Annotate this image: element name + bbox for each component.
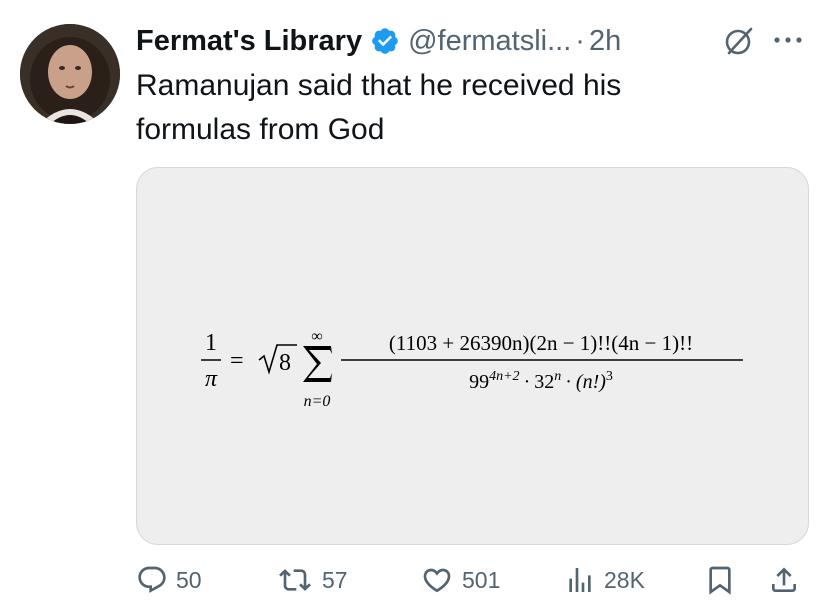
views-icon bbox=[569, 568, 591, 592]
author-handle[interactable]: @fermatsli... bbox=[408, 25, 571, 58]
tweet-header: Fermat's Library @fermatsli... · 2h bbox=[136, 20, 816, 62]
avatar[interactable] bbox=[20, 24, 120, 124]
verified-badge-icon[interactable] bbox=[370, 26, 400, 56]
retweet-button[interactable]: 57 bbox=[276, 560, 348, 600]
avatar-portrait bbox=[20, 24, 120, 124]
equals-sign: = bbox=[230, 348, 244, 374]
reply-button[interactable]: 50 bbox=[136, 560, 202, 600]
more-icon[interactable] bbox=[768, 22, 808, 58]
author-name[interactable]: Fermat's Library bbox=[136, 25, 362, 58]
retweet-icon bbox=[279, 569, 311, 591]
tweet-time[interactable]: 2h bbox=[589, 25, 621, 58]
sigma-sign bbox=[303, 346, 332, 382]
tweet-text: Ramanujan said that he received his form… bbox=[136, 69, 622, 146]
tweet-media[interactable]: 1 π = 8 ∞ n=0 (1103 + 26390n)(2n − 1)!!(… bbox=[136, 167, 809, 545]
lhs-denominator: π bbox=[205, 366, 218, 392]
bookmark-icon bbox=[709, 566, 731, 595]
formula-numerator: (1103 + 26390n)(2n − 1)!!(4n − 1)!! bbox=[389, 331, 693, 355]
like-button[interactable]: 501 bbox=[420, 560, 500, 600]
views-count: 28K bbox=[604, 566, 645, 593]
reply-icon bbox=[138, 566, 166, 593]
sum-upper-limit: ∞ bbox=[311, 328, 322, 345]
separator-dot: · bbox=[575, 24, 585, 57]
like-count: 501 bbox=[462, 566, 501, 593]
sum-lower-limit: n=0 bbox=[304, 393, 331, 410]
lhs-numerator: 1 bbox=[205, 330, 217, 356]
like-icon bbox=[423, 568, 451, 593]
grok-icon[interactable] bbox=[722, 24, 756, 58]
action-bar: 50 57 501 28K bbox=[0, 560, 828, 604]
reply-count: 50 bbox=[176, 566, 202, 593]
formula-denominator: 994n+2 · 32n · (n!)3 bbox=[469, 369, 613, 393]
ramanujan-formula: 1 π = 8 ∞ n=0 (1103 + 26390n)(2n − 1)!!(… bbox=[201, 328, 743, 410]
share-button[interactable] bbox=[768, 560, 800, 600]
sqrt-sign bbox=[258, 344, 297, 375]
share-icon bbox=[772, 567, 796, 592]
views-button[interactable]: 28K bbox=[564, 560, 645, 600]
bookmark-button[interactable] bbox=[704, 560, 736, 600]
sqrt-argument: 8 bbox=[279, 350, 291, 376]
retweet-count: 57 bbox=[322, 566, 348, 593]
